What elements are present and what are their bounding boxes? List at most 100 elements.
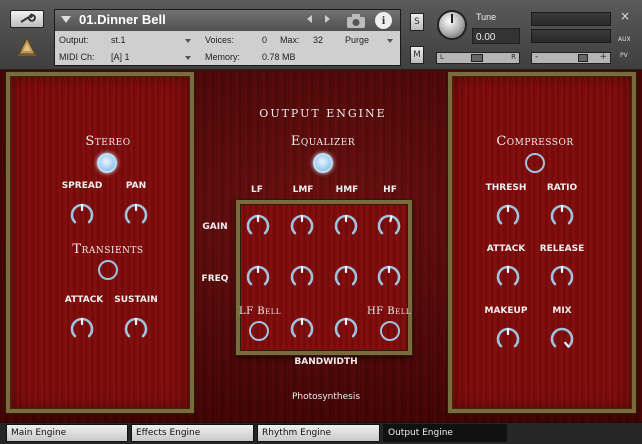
stereo-enable-button[interactable] [97,153,117,173]
pan-knob[interactable] [124,203,148,227]
pan-slider-thumb[interactable] [471,54,483,62]
page-title: OUTPUT ENGINE [259,107,387,120]
tune-knob[interactable] [437,10,467,40]
tab-rhythm-engine[interactable]: Rhythm Engine [257,424,380,442]
bandwidth-label: BANDWIDTH [294,357,358,367]
memory-label: Memory: [205,52,241,62]
output-label: Output: [59,35,89,45]
pan-right-label: R [511,53,516,61]
hmf-freq-knob[interactable] [334,265,358,289]
wrench-button[interactable] [10,10,44,28]
volume-slider[interactable]: - + [531,52,611,64]
ratio-label: RATIO [546,183,578,193]
transients-heading: Transients [72,242,144,257]
output-caret-icon[interactable] [185,39,191,43]
spread-knob[interactable] [70,203,94,227]
makeup-label: MAKEUP [484,306,528,316]
midi-caret-icon[interactable] [185,56,191,60]
mix-label: MIX [552,306,572,316]
compressor-panel [448,72,636,413]
hmf-bandwidth-knob[interactable] [334,317,358,341]
midi-label: MIDI Ch: [59,52,95,62]
tab-output-engine[interactable]: Output Engine [383,424,507,442]
info-icon[interactable]: i [375,12,392,29]
sustain-knob[interactable] [124,317,148,341]
bell-logo-icon [18,36,36,56]
chevron-down-icon[interactable] [61,16,71,23]
hf-bell-button[interactable] [380,321,400,341]
compressor-heading: Compressor [496,134,574,149]
lmf-bandwidth-knob[interactable] [290,317,314,341]
compressor-enable-button[interactable] [525,153,545,173]
lf-freq-knob[interactable] [246,265,270,289]
transient-attack-label: ATTACK [64,295,104,305]
makeup-knob[interactable] [496,327,520,351]
purge-caret-icon[interactable] [387,39,393,43]
mute-button[interactable]: M [410,46,424,64]
info-row-output: Output: st.1 Voices: 0 Max: 32 Purge [55,32,400,49]
solo-button[interactable]: S [410,13,424,31]
hmf-gain-knob[interactable] [334,214,358,238]
output-engine-page: OUTPUT ENGINE Stereo SPREAD PAN Transien… [0,70,642,422]
camera-icon[interactable] [345,13,367,29]
pan-label: PAN [125,181,147,191]
aux-button[interactable]: AUX [618,36,631,43]
freq-row-label: FREQ [201,274,229,284]
midi-value[interactable]: [A] 1 [111,52,130,62]
memory-value: 0.78 MB [262,52,296,62]
lf-bell-label: LF Bell [238,306,281,317]
equalizer-enable-button[interactable] [313,153,333,173]
gain-row-label: GAIN [202,222,228,232]
transient-attack-knob[interactable] [70,317,94,341]
preset-name[interactable]: 01.Dinner Bell [79,12,166,27]
comp-attack-label: ATTACK [486,244,526,254]
tab-main-engine[interactable]: Main Engine [6,424,128,442]
lf-gain-knob[interactable] [246,214,270,238]
lf-bell-button[interactable] [249,321,269,341]
tab-effects-engine[interactable]: Effects Engine [131,424,254,442]
hf-bell-label: HF Bell [366,306,412,317]
tune-value[interactable]: 0.00 [476,32,495,43]
info-row-midi: MIDI Ch: [A] 1 Memory: 0.78 MB [55,49,400,66]
eq-band-lmf-label: LMF [292,185,314,195]
mix-knob[interactable] [550,327,574,351]
engine-tab-bar: Main Engine Effects Engine Rhythm Engine… [0,422,642,444]
volume-slider-thumb[interactable] [578,54,588,62]
tune-label: Tune [476,12,497,22]
voices-value: 0 [262,35,268,45]
level-meter-left [531,12,611,26]
instrument-header: 01.Dinner Bell i Output: st.1 Voices: 0 … [0,0,642,70]
release-label: RELEASE [539,244,585,254]
next-preset-icon[interactable] [325,15,330,23]
purge-label[interactable]: Purge [345,35,369,45]
thresh-label: THRESH [485,183,527,193]
eq-band-lf-label: LF [251,185,263,195]
comp-attack-knob[interactable] [496,265,520,289]
volume-plus-label: + [599,52,607,62]
pan-slider[interactable]: L R [436,52,520,64]
stereo-heading: Stereo [85,134,131,149]
instrument-info-panel: 01.Dinner Bell i Output: st.1 Voices: 0 … [54,9,401,66]
pan-left-label: L [440,53,444,61]
eq-band-hmf-label: HMF [335,185,359,195]
equalizer-heading: Equalizer [290,134,356,149]
max-value[interactable]: 32 [313,35,323,45]
max-label: Max: [280,35,300,45]
output-value[interactable]: st.1 [111,35,126,45]
ratio-knob[interactable] [550,204,574,228]
hf-gain-knob[interactable] [377,214,401,238]
pv-button[interactable]: PV [620,52,628,59]
lmf-freq-knob[interactable] [290,265,314,289]
transients-enable-button[interactable] [98,260,118,280]
lmf-gain-knob[interactable] [290,214,314,238]
prev-preset-icon[interactable] [307,15,312,23]
close-icon[interactable]: × [619,10,631,22]
hf-freq-knob[interactable] [377,265,401,289]
wrench-icon [20,13,36,23]
volume-minus-label: - [535,52,539,62]
eq-band-hf-label: HF [383,185,397,195]
level-meter-right [531,29,611,43]
release-knob[interactable] [550,265,574,289]
photosynthesis-brand: Photosynthesis [291,392,361,402]
thresh-knob[interactable] [496,204,520,228]
